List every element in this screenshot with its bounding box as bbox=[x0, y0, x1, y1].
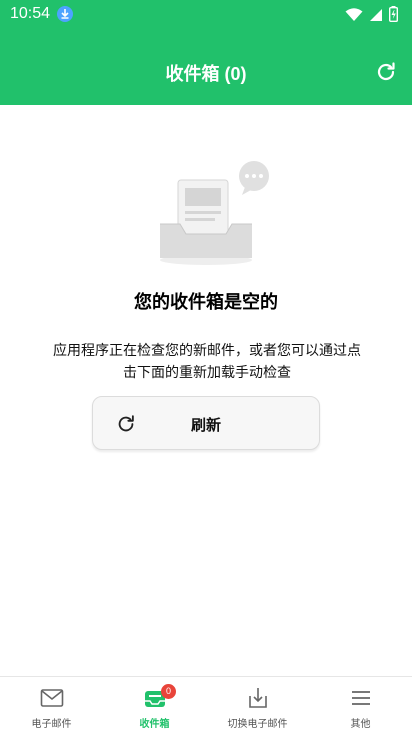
app-bar: 收件箱 (0) bbox=[0, 28, 412, 105]
nav-label-other: 其他 bbox=[350, 719, 371, 730]
wifi-icon bbox=[345, 7, 363, 26]
nav-label-switch-email: 切换电子邮件 bbox=[227, 719, 288, 730]
battery-icon bbox=[388, 6, 398, 26]
nav-label-inbox: 收件箱 bbox=[139, 719, 170, 730]
refresh-button[interactable]: 刷新 bbox=[92, 396, 320, 450]
status-time: 10:54 bbox=[10, 5, 51, 22]
download-icon bbox=[57, 6, 73, 22]
switch-mail-icon bbox=[246, 687, 270, 709]
refresh-button-label: 刷新 bbox=[190, 416, 221, 434]
inbox-count-badge: 0 bbox=[161, 684, 176, 699]
cell-signal-icon bbox=[369, 7, 383, 26]
nav-item-inbox[interactable]: 0 收件箱 bbox=[103, 677, 206, 732]
nav-item-email[interactable]: 电子邮件 bbox=[0, 677, 103, 732]
nav-label-email: 电子邮件 bbox=[31, 719, 72, 730]
empty-inbox-illustration bbox=[150, 160, 274, 270]
page-title: 收件箱 (0) bbox=[165, 64, 247, 84]
empty-state-title: 您的收件箱是空的 bbox=[134, 292, 278, 313]
mail-icon bbox=[40, 687, 64, 709]
nav-item-other[interactable]: 其他 bbox=[309, 677, 412, 732]
refresh-icon[interactable] bbox=[374, 60, 398, 84]
empty-state-description: 应用程序正在检查您的新邮件，或者您可以通过点击下面的重新加载手动检查 bbox=[53, 343, 361, 381]
nav-item-switch-email[interactable]: 切换电子邮件 bbox=[206, 677, 309, 732]
bottom-nav: 电子邮件 0 收件箱 切换电子邮件 其他 bbox=[0, 676, 412, 732]
status-bar: 10:54 bbox=[0, 0, 412, 28]
menu-icon bbox=[349, 687, 373, 709]
